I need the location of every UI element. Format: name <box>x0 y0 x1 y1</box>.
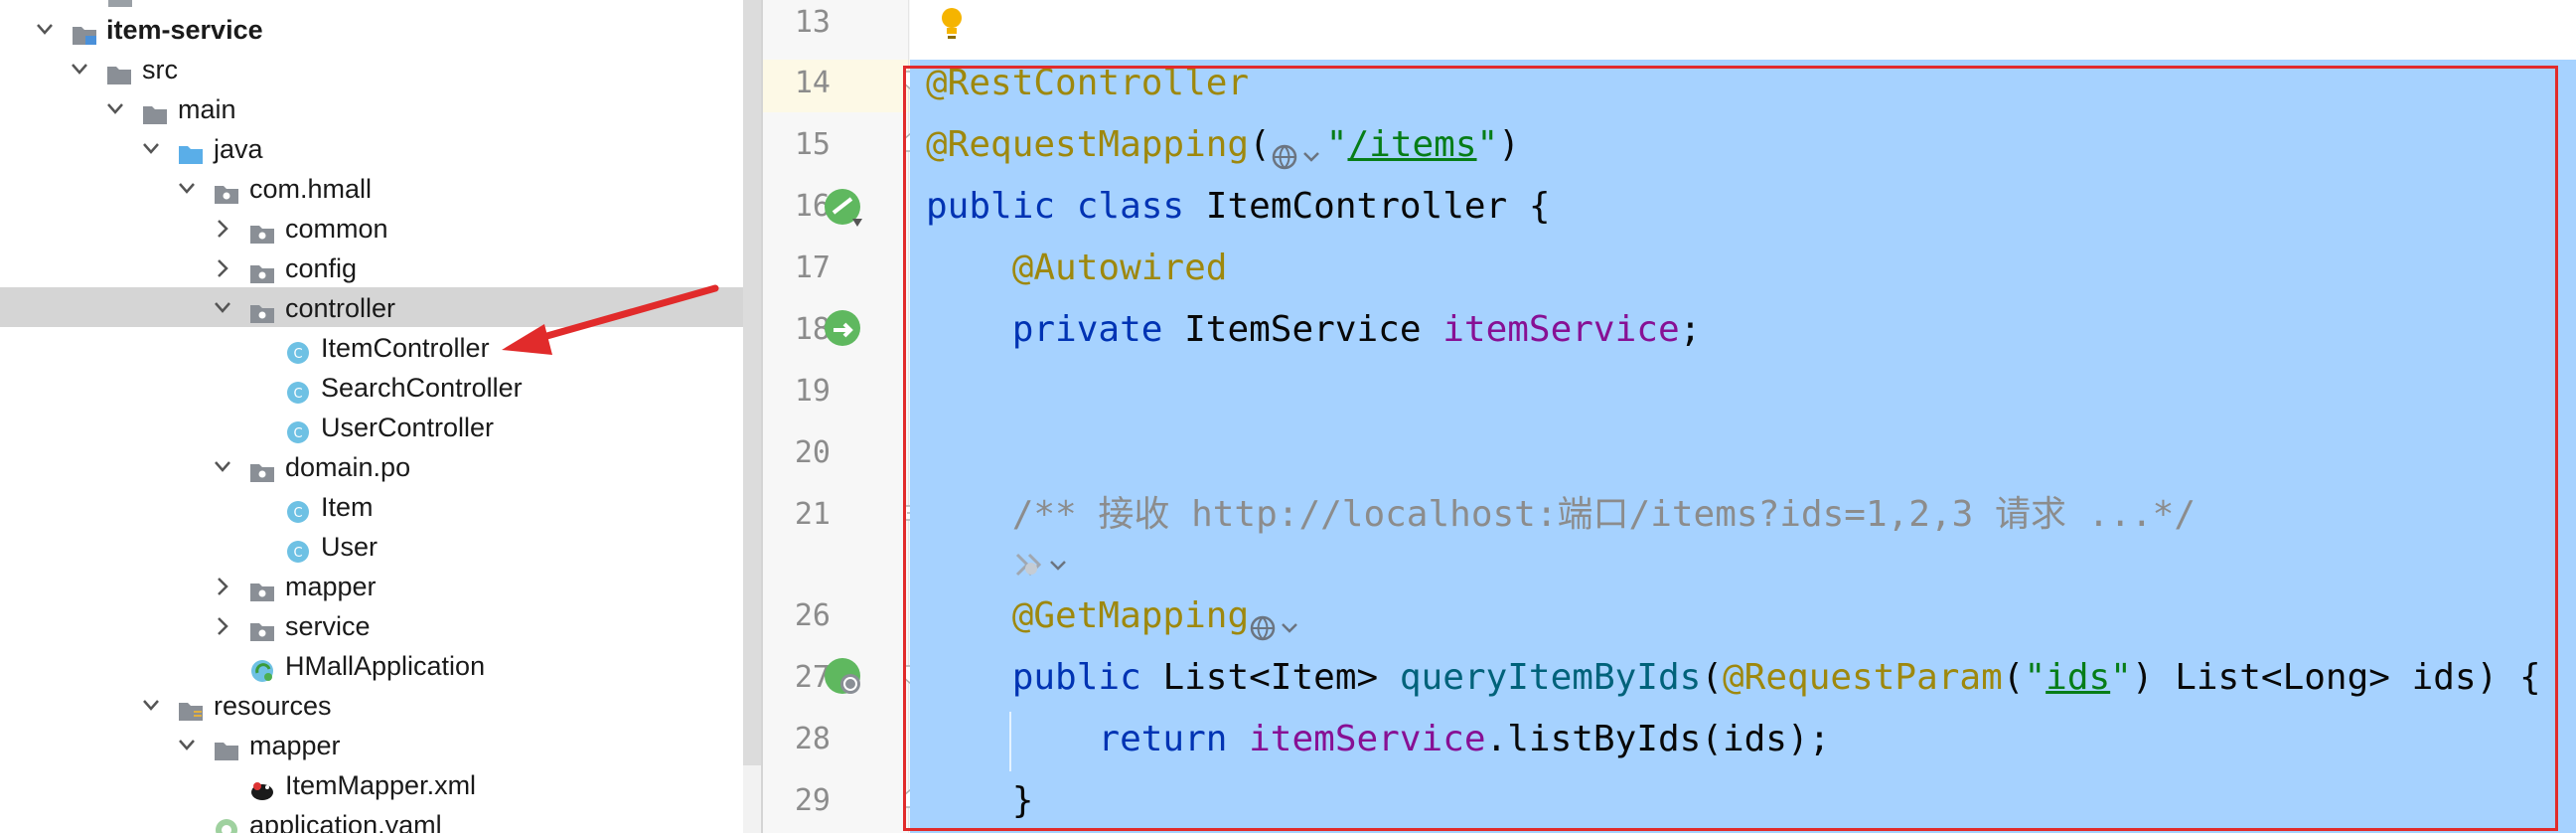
line-number: 28 <box>794 722 831 756</box>
line-number: 18 <box>794 312 831 347</box>
project-tree: item-service src main java com.hmall com… <box>0 0 743 833</box>
line-number: 14 <box>794 66 831 100</box>
red-arrow <box>502 284 719 355</box>
bulb-icon[interactable] <box>939 6 965 42</box>
line-number: 20 <box>794 435 831 470</box>
line-number: 19 <box>794 374 831 409</box>
line-number: 21 <box>794 497 831 532</box>
line-number: 27 <box>794 660 831 695</box>
line-number: 26 <box>794 598 831 633</box>
line-number: 13 <box>794 5 831 40</box>
line-number: 29 <box>794 783 831 818</box>
spring-bean-autowired-icon[interactable] <box>823 308 866 352</box>
line-number: 16 <box>794 189 831 224</box>
web-endpoint-icon[interactable] <box>823 656 866 700</box>
line-number: 17 <box>794 250 831 285</box>
line-number: 15 <box>794 127 831 162</box>
tree-scrollbar-thumb[interactable] <box>743 0 761 765</box>
highlight-box <box>903 66 2558 831</box>
spring-bean-icon[interactable] <box>823 187 866 231</box>
